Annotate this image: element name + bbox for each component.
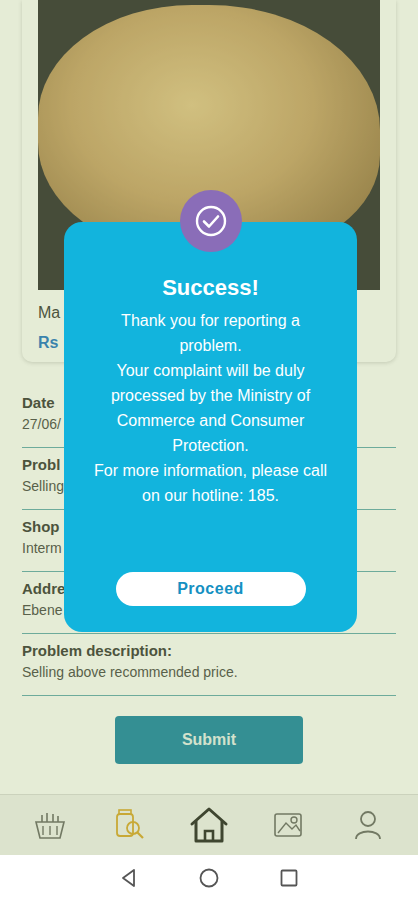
phone-screen: Ma Rs Date 27/06/Probl SellingShop Inter… [0,0,418,900]
message-line: Your complaint will be duly processed by… [88,358,333,458]
message-line: For more information, please call on our… [88,458,333,508]
home-circle-icon[interactable] [198,867,220,889]
back-icon[interactable] [118,867,140,889]
dialog-message: Thank you for reporting a problem.Your c… [88,308,333,508]
app-screen: Ma Rs Date 27/06/Probl SellingShop Inter… [0,0,418,855]
success-dialog: Success! Thank you for reporting a probl… [64,222,357,632]
dialog-title: Success! [162,274,259,302]
system-nav-bar [0,855,418,900]
message-line: Thank you for reporting a problem. [88,308,333,358]
proceed-button[interactable]: Proceed [116,572,306,606]
success-badge [180,190,242,252]
check-circle-icon [194,204,228,238]
recents-icon[interactable] [278,867,300,889]
